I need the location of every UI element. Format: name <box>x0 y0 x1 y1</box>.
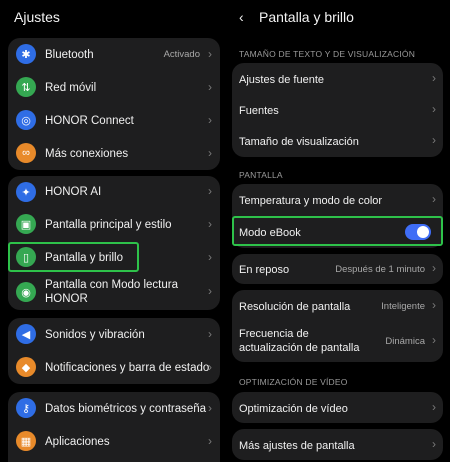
section-header-video: OPTIMIZACIÓN DE VÍDEO <box>239 377 348 387</box>
settings-item-mas-conexiones[interactable]: ∞ Más conexiones › <box>8 137 220 170</box>
back-arrow-icon[interactable]: ‹ <box>239 9 244 25</box>
section-header-pantalla: PANTALLA <box>239 170 283 180</box>
settings-item-fuentes[interactable]: Fuentes › <box>232 94 443 125</box>
chevron-right-icon: › <box>208 250 212 264</box>
settings-item-optimizacion-video[interactable]: Optimización de vídeo › <box>232 392 443 423</box>
settings-item-temperatura[interactable]: Temperatura y modo de color › <box>232 184 443 216</box>
settings-item-sonidos[interactable]: ◀ Sonidos y vibración › <box>8 318 220 351</box>
chevron-right-icon: › <box>432 133 436 147</box>
apps-icon: ▦ <box>16 431 36 451</box>
settings-item-red-movil[interactable]: ⇅ Red móvil › <box>8 71 220 104</box>
sound-card: ◀ Sonidos y vibración › ◆ Notificaciones… <box>8 318 220 384</box>
chevron-right-icon: › <box>208 217 212 231</box>
highlight-box <box>8 242 139 272</box>
chevron-right-icon: › <box>432 298 436 312</box>
connections-card: ✱ Bluetooth Activado › ⇅ Red móvil › ◎ H… <box>8 38 220 170</box>
settings-item-honor-ai[interactable]: ✦ HONOR AI › <box>8 176 220 208</box>
chevron-right-icon: › <box>432 261 436 275</box>
video-card: Optimización de vídeo › <box>232 392 443 423</box>
chevron-right-icon: › <box>208 327 212 341</box>
page-title: Ajustes <box>14 9 60 25</box>
signal-icon: ⇅ <box>16 77 36 97</box>
settings-item-resolucion[interactable]: Resolución de pantalla Inteligente › <box>232 290 443 321</box>
link-icon: ∞ <box>16 143 36 163</box>
settings-item-aplicaciones[interactable]: ▦ Aplicaciones › <box>8 425 220 458</box>
chevron-right-icon: › <box>208 80 212 94</box>
settings-item-modo-lectura[interactable]: ◉ Pantalla con Modo lectura HONOR › <box>8 274 220 310</box>
more-card: Más ajustes de pantalla › <box>232 429 443 460</box>
settings-panel: Ajustes ✱ Bluetooth Activado › ⇅ Red móv… <box>0 0 226 462</box>
settings-item-bluetooth[interactable]: ✱ Bluetooth Activado › <box>8 38 220 71</box>
section-header-text-size: TAMAÑO DE TEXTO Y DE VISUALIZACIÓN <box>239 49 416 59</box>
settings-item-en-reposo[interactable]: En reposo Después de 1 minuto › <box>232 254 443 284</box>
chevron-right-icon: › <box>208 113 212 127</box>
text-size-card: Ajustes de fuente › Fuentes › Tamaño de … <box>232 63 443 157</box>
ai-icon: ✦ <box>16 182 36 202</box>
settings-item-ajustes-fuente[interactable]: Ajustes de fuente › <box>232 63 443 94</box>
chevron-right-icon: › <box>208 184 212 198</box>
chevron-right-icon: › <box>432 400 436 414</box>
key-icon: ⚷ <box>16 398 36 418</box>
chevron-right-icon: › <box>208 360 212 374</box>
settings-item-biometricos[interactable]: ⚷ Datos biométricos y contraseña › <box>8 392 220 425</box>
settings-item-tamano[interactable]: Tamaño de visualización › <box>232 125 443 157</box>
connect-icon: ◎ <box>16 110 36 130</box>
display-brightness-panel: ‹ Pantalla y brillo TAMAÑO DE TEXTO Y DE… <box>226 0 450 462</box>
sleep-card: En reposo Después de 1 minuto › <box>232 254 443 284</box>
page-title: Pantalla y brillo <box>259 9 354 25</box>
resolution-card: Resolución de pantalla Inteligente › Fre… <box>232 290 443 362</box>
eye-icon: ◉ <box>16 282 36 302</box>
chevron-right-icon: › <box>432 102 436 116</box>
highlight-box <box>232 216 443 246</box>
chevron-right-icon: › <box>432 333 436 347</box>
sound-icon: ◀ <box>16 324 36 344</box>
image-icon: ▣ <box>16 214 36 234</box>
settings-item-honor-connect[interactable]: ◎ HONOR Connect › <box>8 104 220 137</box>
settings-item-mas-ajustes[interactable]: Más ajustes de pantalla › <box>232 429 443 460</box>
security-card: ⚷ Datos biométricos y contraseña › ▦ Apl… <box>8 392 220 462</box>
settings-item-notificaciones[interactable]: ◆ Notificaciones y barra de estado › <box>8 351 220 384</box>
settings-item-frecuencia[interactable]: Frecuencia de actualización de pantalla … <box>232 321 443 362</box>
bluetooth-icon: ✱ <box>16 44 36 64</box>
chevron-right-icon: › <box>208 401 212 415</box>
chevron-right-icon: › <box>432 71 436 85</box>
chevron-right-icon: › <box>432 192 436 206</box>
chevron-right-icon: › <box>208 146 212 160</box>
chevron-right-icon: › <box>208 434 212 448</box>
settings-item-pantalla-principal[interactable]: ▣ Pantalla principal y estilo › <box>8 208 220 241</box>
bell-icon: ◆ <box>16 357 36 377</box>
chevron-right-icon: › <box>432 437 436 451</box>
chevron-right-icon: › <box>208 284 212 298</box>
chevron-right-icon: › <box>208 47 212 61</box>
